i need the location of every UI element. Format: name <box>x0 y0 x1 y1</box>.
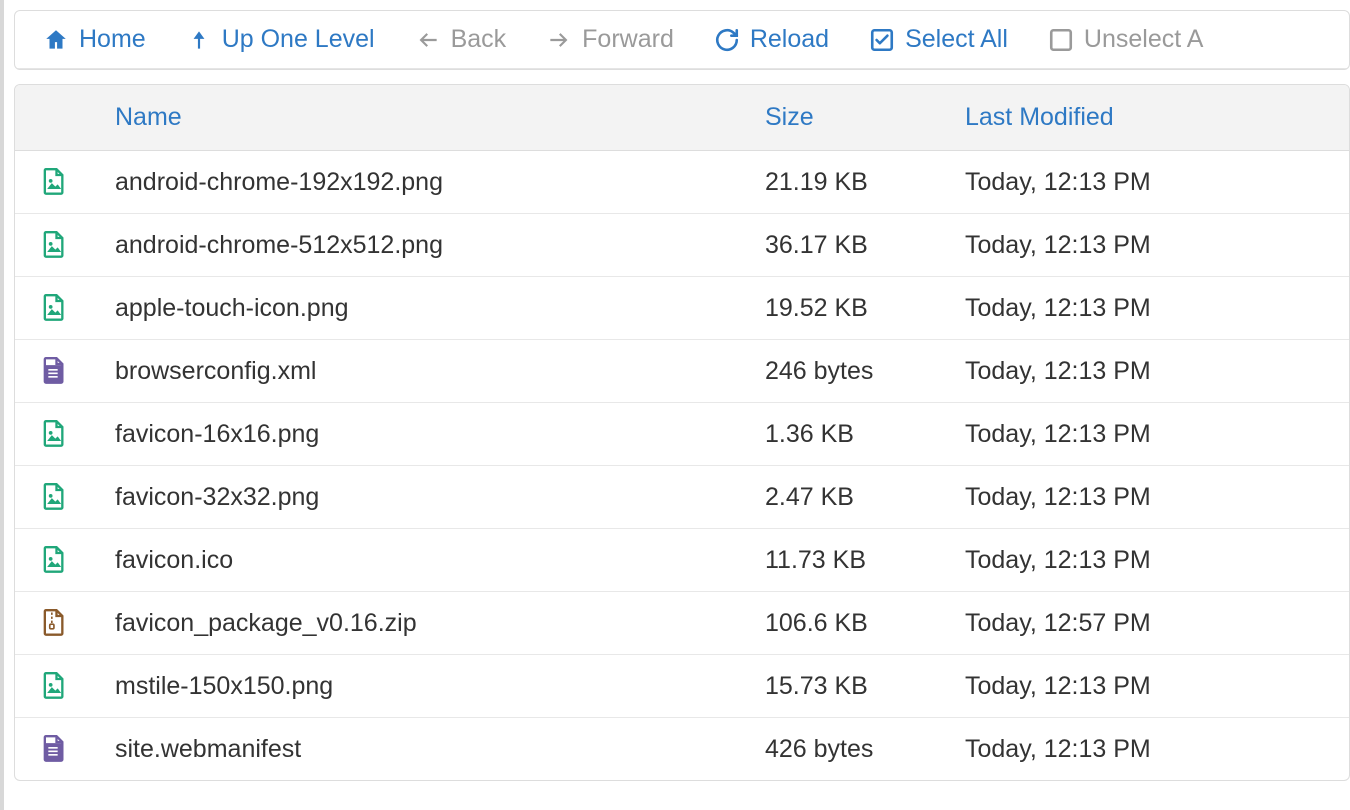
file-modified: Today, 12:13 PM <box>955 735 1349 764</box>
file-size: 21.19 KB <box>755 168 955 197</box>
arrow-right-icon <box>546 27 572 53</box>
file-type-icon <box>15 291 105 325</box>
table-row[interactable]: android-chrome-512x512.png 36.17 KB Toda… <box>15 214 1349 277</box>
table-row[interactable]: favicon-16x16.png 1.36 KB Today, 12:13 P… <box>15 403 1349 466</box>
table-row[interactable]: apple-touch-icon.png 19.52 KB Today, 12:… <box>15 277 1349 340</box>
file-type-icon <box>15 480 105 514</box>
table-row[interactable]: favicon.ico 11.73 KB Today, 12:13 PM <box>15 529 1349 592</box>
file-modified: Today, 12:13 PM <box>955 294 1349 323</box>
column-modified[interactable]: Last Modified <box>955 85 1349 150</box>
file-type-icon <box>15 417 105 451</box>
image-file-icon <box>39 165 67 199</box>
file-type-icon <box>15 228 105 262</box>
file-name: favicon_package_v0.16.zip <box>105 609 755 638</box>
file-modified: Today, 12:13 PM <box>955 357 1349 386</box>
file-size: 2.47 KB <box>755 483 955 512</box>
file-size: 11.73 KB <box>755 546 955 575</box>
up-label: Up One Level <box>222 25 375 54</box>
reload-label: Reload <box>750 25 829 54</box>
file-size: 426 bytes <box>755 735 955 764</box>
home-button[interactable]: Home <box>43 25 146 54</box>
file-type-icon <box>15 165 105 199</box>
file-modified: Today, 12:13 PM <box>955 168 1349 197</box>
table-row[interactable]: mstile-150x150.png 15.73 KB Today, 12:13… <box>15 655 1349 718</box>
document-file-icon <box>39 354 67 388</box>
file-name: browserconfig.xml <box>105 357 755 386</box>
column-icon <box>15 85 105 150</box>
forward-button: Forward <box>546 25 674 54</box>
file-type-icon <box>15 669 105 703</box>
arrow-left-icon <box>415 27 441 53</box>
archive-file-icon <box>39 606 67 640</box>
unselect-all-button: Unselect A <box>1048 25 1204 54</box>
table-row[interactable]: browserconfig.xml 246 bytes Today, 12:13… <box>15 340 1349 403</box>
toolbar: Home Up One Level Back Forward Reload <box>14 10 1350 70</box>
file-modified: Today, 12:13 PM <box>955 420 1349 449</box>
image-file-icon <box>39 291 67 325</box>
file-size: 15.73 KB <box>755 672 955 701</box>
file-type-icon <box>15 732 105 766</box>
reload-button[interactable]: Reload <box>714 25 829 54</box>
file-size: 19.52 KB <box>755 294 955 323</box>
file-name: favicon-32x32.png <box>105 483 755 512</box>
table-row[interactable]: android-chrome-192x192.png 21.19 KB Toda… <box>15 151 1349 214</box>
document-file-icon <box>39 732 67 766</box>
image-file-icon <box>39 669 67 703</box>
file-modified: Today, 12:57 PM <box>955 609 1349 638</box>
home-icon <box>43 27 69 53</box>
check-square-icon <box>869 27 895 53</box>
unselect-all-label: Unselect A <box>1084 25 1204 54</box>
file-name: apple-touch-icon.png <box>105 294 755 323</box>
image-file-icon <box>39 228 67 262</box>
forward-label: Forward <box>582 25 674 54</box>
table-header: Name Size Last Modified <box>15 85 1349 151</box>
file-size: 36.17 KB <box>755 231 955 260</box>
table-row[interactable]: favicon-32x32.png 2.47 KB Today, 12:13 P… <box>15 466 1349 529</box>
file-type-icon <box>15 543 105 577</box>
image-file-icon <box>39 417 67 451</box>
back-button: Back <box>415 25 507 54</box>
file-size: 246 bytes <box>755 357 955 386</box>
file-modified: Today, 12:13 PM <box>955 672 1349 701</box>
select-all-label: Select All <box>905 25 1008 54</box>
up-one-level-button[interactable]: Up One Level <box>186 25 375 54</box>
table-body: android-chrome-192x192.png 21.19 KB Toda… <box>15 151 1349 780</box>
file-name: android-chrome-192x192.png <box>105 168 755 197</box>
file-size: 1.36 KB <box>755 420 955 449</box>
file-type-icon <box>15 354 105 388</box>
file-name: site.webmanifest <box>105 735 755 764</box>
table-row[interactable]: site.webmanifest 426 bytes Today, 12:13 … <box>15 718 1349 780</box>
select-all-button[interactable]: Select All <box>869 25 1008 54</box>
file-type-icon <box>15 606 105 640</box>
image-file-icon <box>39 543 67 577</box>
file-modified: Today, 12:13 PM <box>955 546 1349 575</box>
file-name: mstile-150x150.png <box>105 672 755 701</box>
level-up-icon <box>186 27 212 53</box>
column-size[interactable]: Size <box>755 85 955 150</box>
square-icon <box>1048 27 1074 53</box>
column-name[interactable]: Name <box>105 85 755 150</box>
file-name: favicon-16x16.png <box>105 420 755 449</box>
back-label: Back <box>451 25 507 54</box>
file-table: Name Size Last Modified android-chrome-1… <box>14 84 1350 781</box>
file-name: favicon.ico <box>105 546 755 575</box>
home-label: Home <box>79 25 146 54</box>
image-file-icon <box>39 480 67 514</box>
file-name: android-chrome-512x512.png <box>105 231 755 260</box>
file-modified: Today, 12:13 PM <box>955 231 1349 260</box>
table-row[interactable]: favicon_package_v0.16.zip 106.6 KB Today… <box>15 592 1349 655</box>
reload-icon <box>714 27 740 53</box>
file-modified: Today, 12:13 PM <box>955 483 1349 512</box>
file-size: 106.6 KB <box>755 609 955 638</box>
